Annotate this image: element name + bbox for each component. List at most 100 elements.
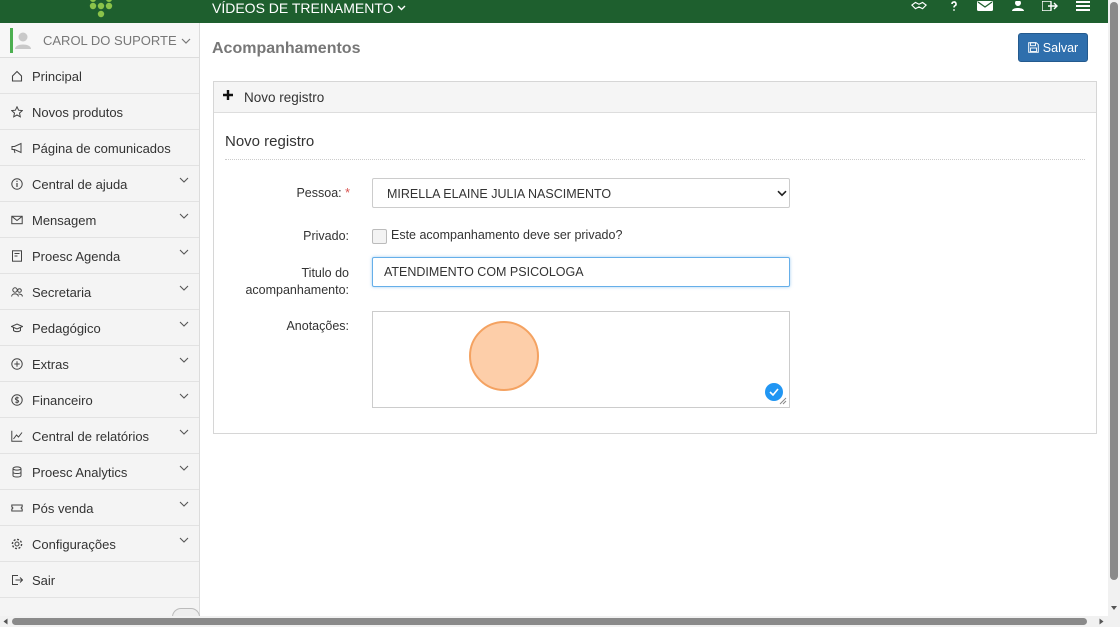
chevron-down-icon (397, 5, 406, 11)
sidebar-item-principal[interactable]: Principal (0, 58, 199, 94)
top-navbar: VÍDEOS DE TREINAMENTO (0, 0, 1108, 23)
chevron-down-icon (179, 285, 189, 293)
chevron-down-icon (179, 393, 189, 401)
panel-header-label: Novo registro (244, 90, 325, 105)
info-icon (11, 178, 23, 190)
sidebar-item-label: Configurações (32, 537, 116, 552)
sidebar-item-comunicados[interactable]: Página de comunicados (0, 130, 199, 166)
chevron-down-icon (179, 213, 189, 221)
chevron-down-icon (179, 357, 189, 365)
sidebar-item-label: Financeiro (32, 393, 93, 408)
required-mark: * (345, 186, 350, 200)
chevron-down-icon (179, 465, 189, 473)
dollar-icon (11, 394, 23, 406)
scroll-left-arrow-icon[interactable] (2, 618, 9, 625)
home-icon (11, 70, 23, 82)
horizontal-scrollbar-thumb[interactable] (12, 618, 1087, 625)
resize-grip-icon[interactable] (779, 397, 787, 405)
sidebar-item-label: Principal (32, 69, 82, 84)
vertical-scrollbar-thumb[interactable] (1110, 2, 1118, 580)
titulo-label-line-2: acompanhamento: (245, 283, 349, 297)
new-record-panel: Novo registro Novo registro Pessoa: * MI… (213, 81, 1097, 434)
sidebar-item-label: Extras (32, 357, 69, 372)
sidebar-item-pos-venda[interactable]: Pós venda (0, 490, 199, 526)
handshake-icon[interactable] (911, 0, 927, 11)
agenda-icon (11, 250, 23, 262)
sidebar-item-label: Proesc Agenda (32, 249, 121, 264)
sidebar-item-label: Pós venda (32, 501, 94, 516)
pessoa-selected-value: MIRELLA ELAINE JULIA NASCIMENTO (387, 187, 612, 201)
sidebar-item-proesc-agenda[interactable]: Proesc Agenda (0, 238, 199, 274)
save-button-label: Salvar (1042, 40, 1079, 55)
user-name-label: CAROL DO SUPORTE (43, 33, 177, 48)
sidebar-item-label: Pedagógico (32, 321, 101, 336)
sidebar-item-central-de-relatorios[interactable]: Central de relatórios (0, 418, 199, 454)
page-title: Acompanhamentos (212, 40, 361, 57)
plus-circle-icon (11, 358, 23, 370)
sidebar-item-proesc-analytics[interactable]: Proesc Analytics (0, 454, 199, 490)
pessoa-label-text: Pessoa: (296, 186, 342, 200)
user-name-dropdown[interactable]: CAROL DO SUPORTE (43, 33, 191, 48)
chevron-down-icon (179, 177, 189, 185)
ticket-icon (11, 502, 23, 514)
titulo-label-line-1: Titulo do (301, 266, 349, 280)
gear-icon (11, 538, 23, 550)
new-record-panel-header[interactable]: Novo registro (214, 82, 1096, 113)
privado-checkbox[interactable] (372, 229, 387, 244)
training-videos-menu[interactable]: VÍDEOS DE TREINAMENTO (212, 0, 406, 16)
users-icon (11, 286, 23, 298)
sidebar-item-financeiro[interactable]: Financeiro (0, 382, 199, 418)
sidebar-item-configuracoes[interactable]: Configurações (0, 526, 199, 562)
megaphone-icon (11, 142, 23, 154)
chevron-down-icon (181, 38, 191, 44)
avatar-icon (15, 32, 31, 49)
sidebar-item-sair[interactable]: Sair (0, 562, 199, 598)
menu-icon[interactable] (1075, 0, 1091, 11)
privado-checkbox-label[interactable]: Este acompanhamento deve ser privado? (391, 228, 622, 242)
sidebar-item-label: Novos produtos (32, 105, 124, 120)
anotacoes-textarea[interactable] (372, 311, 790, 408)
sidebar-item-secretaria[interactable]: Secretaria (0, 274, 199, 310)
user-box[interactable]: CAROL DO SUPORTE (0, 23, 199, 58)
section-title: Novo registro (225, 133, 315, 150)
pessoa-select[interactable]: MIRELLA ELAINE JULIA NASCIMENTO (372, 178, 790, 208)
titulo-input[interactable] (372, 257, 790, 287)
vertical-scrollbar[interactable] (1108, 0, 1120, 616)
sidebar-item-pedagogico[interactable]: Pedagógico (0, 310, 199, 346)
chevron-down-icon (179, 429, 189, 437)
sidebar-item-label: Central de ajuda (32, 177, 128, 192)
exit-icon (11, 574, 23, 586)
sidebar-item-label: Sair (32, 573, 56, 588)
scroll-right-arrow-icon[interactable] (1098, 618, 1105, 625)
sidebar-item-label: Secretaria (32, 285, 92, 300)
sidebar-item-extras[interactable]: Extras (0, 346, 199, 382)
line-chart-icon (11, 430, 23, 442)
sidebar-item-central-de-ajuda[interactable]: Central de ajuda (0, 166, 199, 202)
plus-icon (223, 90, 233, 100)
save-button[interactable]: Salvar (1018, 33, 1088, 62)
horizontal-scrollbar[interactable] (0, 616, 1120, 627)
user-accent-bar (10, 28, 13, 53)
pessoa-label: Pessoa: * (274, 186, 350, 200)
chevron-down-icon (179, 249, 189, 257)
scroll-down-arrow-icon[interactable] (1110, 604, 1118, 612)
help-icon[interactable] (946, 0, 962, 11)
chevron-down-icon (179, 321, 189, 329)
envelope-icon (11, 214, 23, 226)
user-icon[interactable] (1010, 0, 1026, 11)
anotacoes-label: Anotações: (286, 319, 349, 333)
sidebar-item-label: Proesc Analytics (32, 465, 128, 480)
mail-icon[interactable] (977, 0, 993, 11)
sidebar-item-mensagem[interactable]: Mensagem (0, 202, 199, 238)
graduation-cap-icon (11, 322, 23, 334)
chevron-down-icon (777, 190, 787, 198)
sidebar-nav: Principal Novos produtos Página de comun… (0, 58, 199, 598)
privado-label: Privado: (303, 229, 349, 243)
chevron-down-icon (179, 501, 189, 509)
sidebar-item-label: Página de comunicados (32, 141, 171, 156)
sidebar-item-novos-produtos[interactable]: Novos produtos (0, 94, 199, 130)
floppy-disk-icon (1027, 42, 1039, 53)
sidebar: CAROL DO SUPORTE Principal Novos produto… (0, 23, 200, 617)
logout-icon[interactable] (1042, 0, 1058, 11)
app-title-label: VÍDEOS DE TREINAMENTO (212, 0, 394, 16)
